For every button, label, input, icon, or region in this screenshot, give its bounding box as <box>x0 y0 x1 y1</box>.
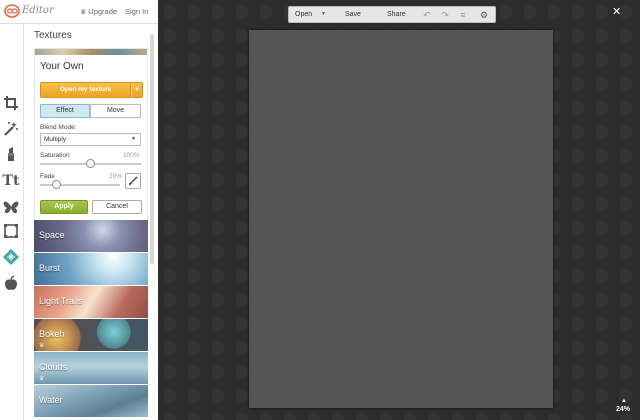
chevron-down-icon[interactable]: ▼ <box>131 82 143 98</box>
texture-water[interactable]: Water <box>34 385 148 417</box>
zoom-up-icon[interactable]: ▲ <box>621 398 627 404</box>
textures-panel: Textures Your Own Open my texture ▼ Effe… <box>24 24 158 420</box>
tab-effect[interactable]: Effect <box>40 104 90 118</box>
texture-label: Clouds <box>39 362 68 372</box>
logo-icon[interactable] <box>4 3 20 19</box>
texture-label: Light Trails <box>39 296 83 306</box>
magic-wand-icon[interactable] <box>2 120 20 138</box>
layers-icon[interactable]: ≡ <box>457 9 469 21</box>
image-canvas[interactable] <box>249 30 553 408</box>
texture-label: Water <box>39 395 63 405</box>
texture-label: Bokeh <box>39 329 65 339</box>
panel-title: Textures <box>34 30 72 41</box>
top-toolbar: Open ▼ Save Share ↶ ↷ ≡ ⚙ <box>288 6 496 23</box>
apply-button[interactable]: Apply <box>40 200 88 214</box>
fade-label: Fade <box>40 173 55 180</box>
text-icon[interactable]: Tt <box>2 172 20 190</box>
texture-light-trails[interactable]: Light Trails <box>34 286 148 318</box>
panel-scrollbar[interactable] <box>150 34 154 264</box>
upgrade-label: Upgrade <box>88 7 118 16</box>
frame-icon[interactable] <box>2 222 20 240</box>
chevron-down-icon: ▼ <box>131 136 136 142</box>
zoom-level[interactable]: 24% <box>616 406 630 413</box>
fade-value: 20% <box>109 173 123 180</box>
logo-text: Editor <box>22 5 54 16</box>
blend-mode-select[interactable]: Multiply ▼ <box>40 133 141 146</box>
saturation-slider-thumb[interactable] <box>86 159 95 168</box>
premium-crown-icon: ♛ <box>39 343 45 349</box>
texture-burst[interactable]: Burst <box>34 253 148 285</box>
open-menu[interactable]: Open <box>295 11 312 18</box>
your-own-card: Your Own Open my texture ▼ Effect Move B… <box>34 48 148 244</box>
texture-label: Burst <box>39 263 61 273</box>
top-bar: Editor ♛ Upgrade Sign In <box>0 0 158 24</box>
butterfly-icon[interactable] <box>2 198 20 216</box>
sign-in-link[interactable]: Sign In <box>125 7 148 16</box>
redo-icon[interactable]: ↷ <box>439 9 451 21</box>
your-own-thumbnail <box>35 49 147 55</box>
brush-icon[interactable] <box>125 173 141 189</box>
upgrade-link[interactable]: ♛ Upgrade <box>80 7 117 16</box>
blend-mode-label: Blend Mode: <box>40 124 77 131</box>
crown-icon: ♛ <box>80 9 87 16</box>
apple-icon[interactable] <box>2 274 20 292</box>
tool-rail: Tt <box>0 24 28 420</box>
fade-slider-thumb[interactable] <box>51 180 61 189</box>
lipstick-icon[interactable] <box>2 145 20 163</box>
crop-icon[interactable] <box>2 94 20 112</box>
texture-clouds[interactable]: Clouds ♛ <box>34 352 148 384</box>
undo-icon[interactable]: ↶ <box>421 9 433 21</box>
open-my-texture-button[interactable]: Open my texture <box>40 82 131 98</box>
gear-icon[interactable]: ⚙ <box>478 9 490 21</box>
your-own-title: Your Own <box>40 61 84 72</box>
blend-mode-value: Multiply <box>44 136 67 143</box>
save-button[interactable]: Save <box>345 11 361 18</box>
chevron-down-icon[interactable]: ▼ <box>321 11 326 17</box>
saturation-label: Saturation <box>40 152 70 159</box>
texture-space[interactable]: Space <box>34 220 148 252</box>
texture-label: Space <box>39 230 65 240</box>
texture-icon[interactable] <box>2 248 20 266</box>
close-icon[interactable]: ✕ <box>612 5 621 18</box>
saturation-value: 100% <box>123 152 140 159</box>
cancel-button[interactable]: Cancel <box>92 200 142 214</box>
texture-bokeh[interactable]: Bokeh ♛ <box>34 319 148 351</box>
premium-crown-icon: ♛ <box>39 376 45 382</box>
share-button[interactable]: Share <box>387 11 406 18</box>
tab-move[interactable]: Move <box>90 104 141 118</box>
